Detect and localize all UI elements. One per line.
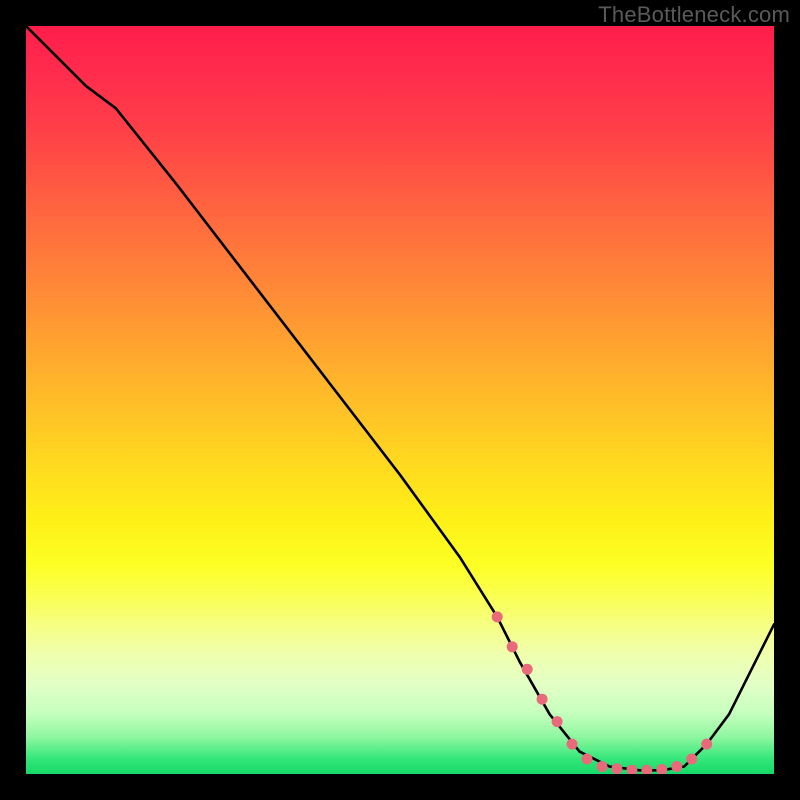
- plot-area: [26, 26, 774, 774]
- curve-svg: [26, 26, 774, 774]
- flat-zone-marker: [552, 716, 563, 727]
- flat-zone-marker: [701, 739, 712, 750]
- flat-zone-marker: [626, 765, 637, 774]
- flat-zone-marker: [582, 754, 593, 765]
- chart-frame: TheBottleneck.com: [0, 0, 800, 800]
- flat-zone-markers: [492, 611, 713, 774]
- flat-zone-marker: [507, 641, 518, 652]
- flat-zone-marker: [567, 739, 578, 750]
- watermark-text: TheBottleneck.com: [598, 2, 790, 28]
- flat-zone-marker: [641, 765, 652, 774]
- flat-zone-marker: [686, 754, 697, 765]
- flat-zone-marker: [656, 764, 667, 774]
- flat-zone-marker: [537, 694, 548, 705]
- flat-zone-marker: [597, 761, 608, 772]
- bottleneck-curve-line: [26, 26, 774, 770]
- flat-zone-marker: [671, 761, 682, 772]
- flat-zone-marker: [492, 611, 503, 622]
- flat-zone-marker: [522, 664, 533, 675]
- flat-zone-marker: [611, 763, 622, 774]
